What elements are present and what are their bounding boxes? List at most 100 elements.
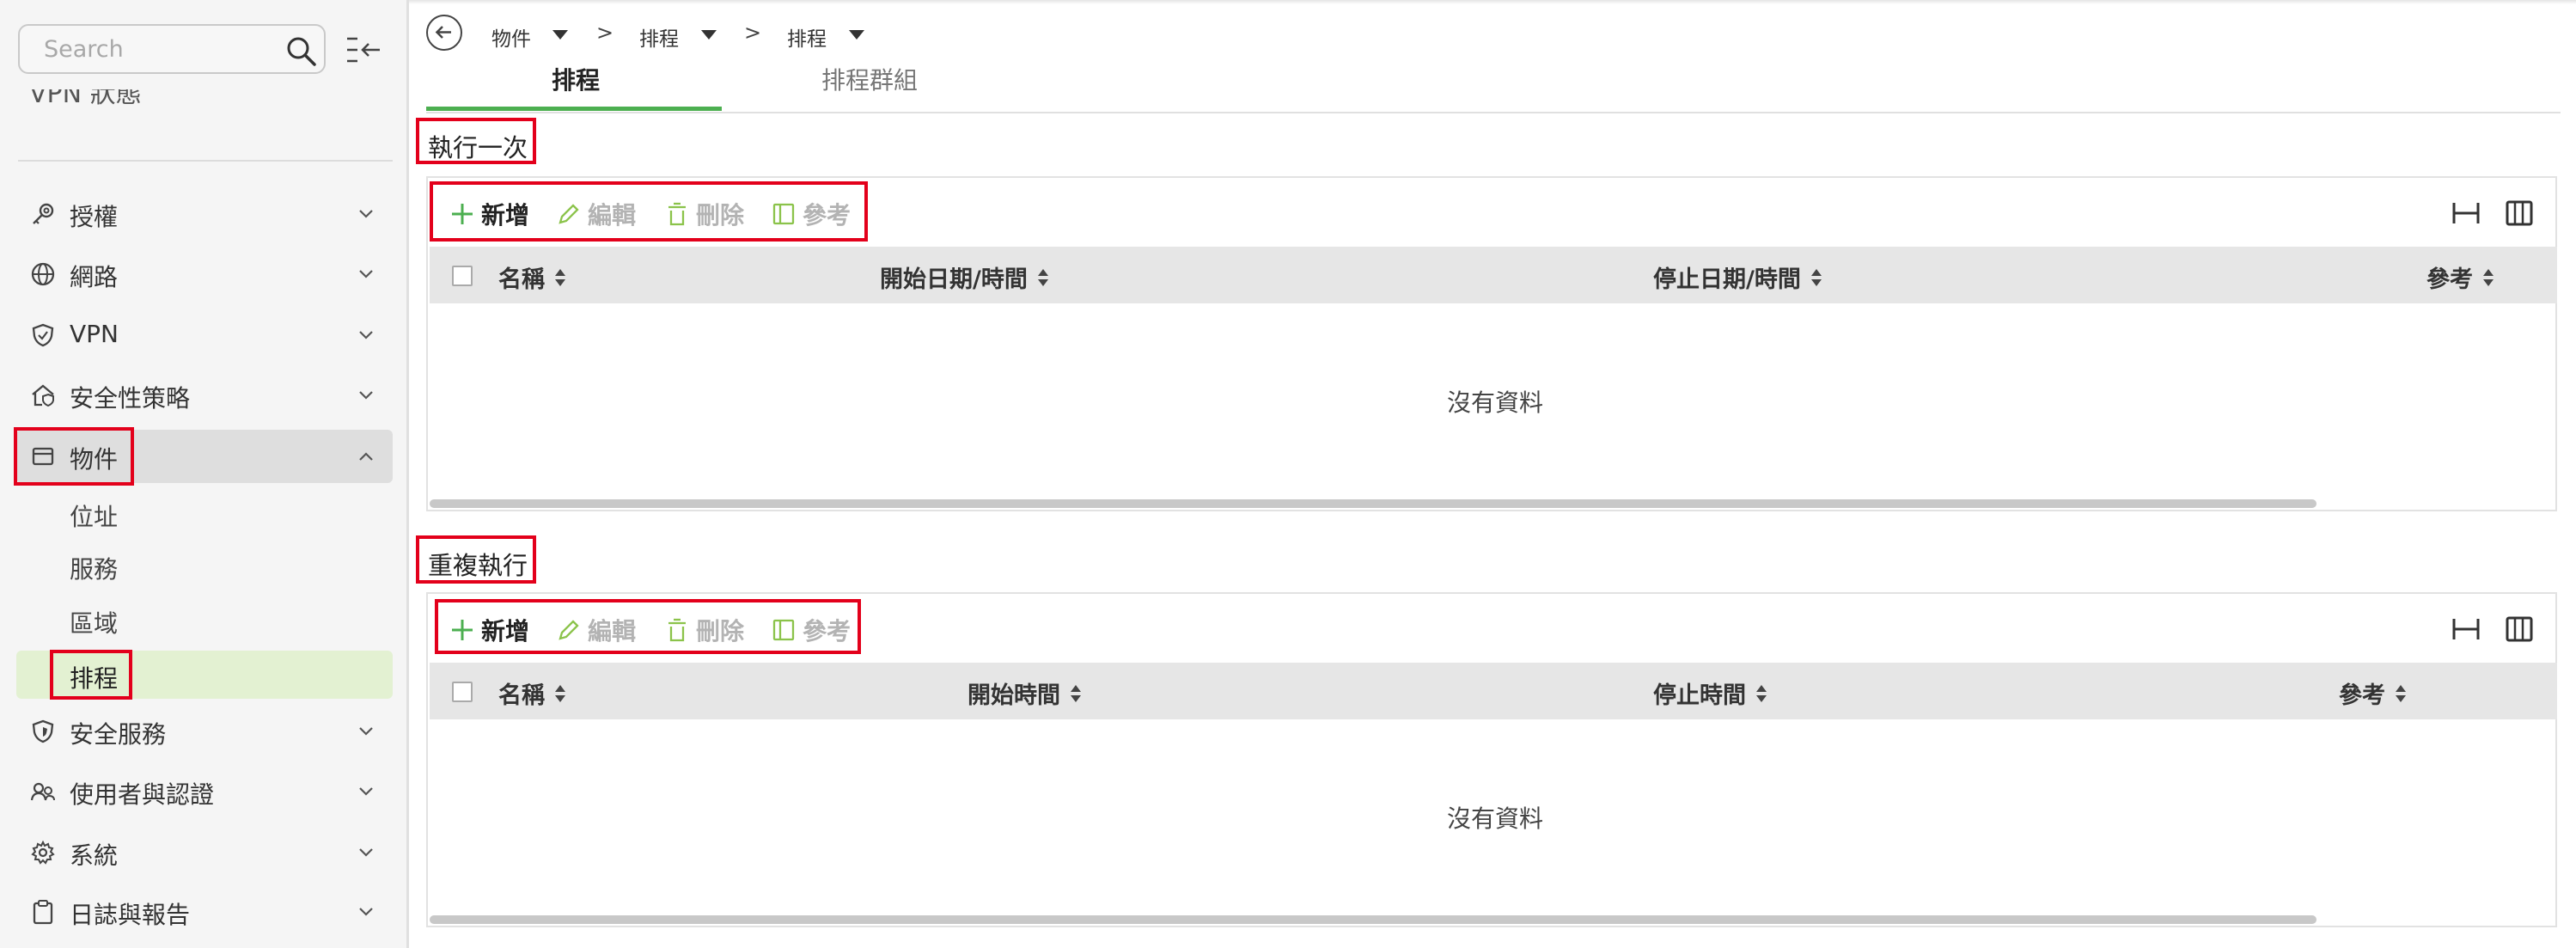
- column-header-stop[interactable]: 停止時間: [1653, 676, 1768, 710]
- column-header-name[interactable]: 名稱: [498, 676, 567, 710]
- edit-button[interactable]: 編輯: [557, 613, 636, 647]
- sidebar-item-logs-reports[interactable]: 日誌與報告: [16, 885, 393, 939]
- sort-icon: [2396, 684, 2406, 702]
- sidebar-item-label: 系統: [70, 841, 119, 870]
- empty-message: 沒有資料: [1447, 388, 1544, 417]
- plus-icon: [452, 204, 473, 224]
- add-button[interactable]: 新增: [450, 613, 529, 647]
- edit-button-label: 編輯: [588, 617, 637, 645]
- caret-down-icon[interactable]: [552, 30, 568, 40]
- delete-button[interactable]: 刪除: [665, 197, 744, 231]
- chevron-down-icon: [359, 787, 373, 796]
- caret-down-icon[interactable]: [849, 30, 864, 40]
- add-button-label: 新增: [481, 617, 530, 645]
- sidebar-subitem-label: 區域: [70, 609, 119, 638]
- column-header-name[interactable]: 名稱: [498, 260, 567, 294]
- sidebar: VPN 狀態 授權 網路 VPN: [0, 0, 409, 948]
- sidebar-item-vpn-status[interactable]: VPN 狀態: [29, 89, 201, 113]
- column-header-stop[interactable]: 停止日期/時間: [1653, 260, 1823, 294]
- delete-button[interactable]: 刪除: [665, 613, 744, 647]
- caret-down-icon[interactable]: [701, 30, 717, 40]
- column-header-start[interactable]: 開始日期/時間: [880, 260, 1050, 294]
- search-box[interactable]: [18, 24, 326, 74]
- select-all-checkbox[interactable]: [452, 266, 473, 286]
- sidebar-item-license[interactable]: 授權: [16, 187, 393, 241]
- column-header-reference[interactable]: 參考: [2339, 676, 2408, 710]
- add-button[interactable]: 新增: [450, 197, 529, 231]
- reference-icon: [772, 619, 795, 641]
- sort-icon: [555, 268, 565, 286]
- recurring-panel: 新增 編輯 刪除 參考 名稱 開始時間 停止時間 參考 沒有資料: [426, 592, 2557, 927]
- sidebar-divider: [18, 160, 393, 162]
- sidebar-item-security-policy[interactable]: 安全性策略: [16, 369, 393, 422]
- reference-button[interactable]: 參考: [772, 613, 851, 647]
- reference-button[interactable]: 參考: [772, 197, 851, 231]
- breadcrumb-item[interactable]: 物件: [491, 22, 531, 52]
- horizontal-scrollbar[interactable]: [430, 915, 2317, 924]
- sidebar-subitem-service[interactable]: 服務: [16, 541, 393, 590]
- sidebar-subitem-label: 排程: [70, 664, 119, 693]
- sidebar-item-label: 安全性策略: [70, 384, 191, 413]
- column-header-reference[interactable]: 參考: [2426, 260, 2495, 294]
- sort-icon: [1037, 268, 1048, 286]
- sidebar-subitem-schedule[interactable]: 排程: [16, 651, 393, 699]
- top-shadow: [409, 0, 2576, 4]
- delete-button-label: 刪除: [696, 617, 745, 645]
- section-title-recurring: 重複執行: [428, 551, 528, 580]
- globe-icon: [31, 262, 55, 286]
- sidebar-item-label: 安全服務: [70, 720, 167, 749]
- trash-icon: [668, 202, 686, 226]
- sidebar-subitem-label: 位址: [70, 503, 119, 531]
- back-button[interactable]: [426, 15, 462, 51]
- select-all-checkbox[interactable]: [452, 682, 473, 702]
- chevron-down-icon: [359, 848, 373, 857]
- search-input[interactable]: [44, 26, 267, 72]
- sidebar-item-vpn[interactable]: VPN: [16, 309, 393, 362]
- edit-button[interactable]: 編輯: [557, 197, 636, 231]
- chevron-down-icon: [359, 727, 373, 736]
- sidebar-item-label: VPN 狀態: [29, 89, 142, 109]
- columns-icon[interactable]: [2504, 199, 2535, 228]
- run-once-panel: 新增 編輯 刪除 參考 名稱 開始日期/時間 停止日期/時間 參考 沒有資料: [426, 176, 2557, 511]
- chevron-up-icon: [359, 452, 373, 461]
- sidebar-item-objects[interactable]: 物件: [16, 430, 393, 483]
- sidebar-item-network[interactable]: 網路: [16, 248, 393, 301]
- shield-icon: [32, 323, 54, 347]
- sidebar-subitem-label: 服務: [70, 555, 119, 584]
- section-title-run-once: 執行一次: [428, 133, 528, 162]
- tab-schedule-group[interactable]: 排程群組: [821, 62, 918, 96]
- sort-icon: [1071, 684, 1081, 702]
- fit-width-icon[interactable]: [2451, 615, 2481, 644]
- add-button-label: 新增: [481, 201, 530, 229]
- column-header-start[interactable]: 開始時間: [968, 676, 1083, 710]
- table-header: 名稱 開始時間 停止時間 參考: [430, 663, 2557, 719]
- sidebar-subitem-zone[interactable]: 區域: [16, 596, 393, 644]
- breadcrumb-separator: >: [744, 21, 762, 45]
- collapse-sidebar-icon[interactable]: [345, 34, 382, 65]
- search-icon[interactable]: [285, 35, 318, 68]
- home-shield-icon: [32, 384, 54, 407]
- pencil-icon: [559, 620, 579, 640]
- arrow-left-icon: [435, 26, 451, 39]
- columns-icon[interactable]: [2504, 615, 2535, 644]
- fit-width-icon[interactable]: [2451, 199, 2481, 228]
- pencil-icon: [559, 204, 579, 224]
- chevron-down-icon: [359, 210, 373, 218]
- reference-button-label: 參考: [803, 617, 852, 645]
- sidebar-item-label: 網路: [70, 263, 119, 291]
- breadcrumb-item[interactable]: 排程: [787, 22, 827, 52]
- sidebar-subitem-address[interactable]: 位址: [16, 489, 393, 537]
- chevron-down-icon: [359, 391, 373, 400]
- horizontal-scrollbar[interactable]: [430, 499, 2317, 508]
- sidebar-item-security-services[interactable]: 安全服務: [16, 705, 393, 758]
- tab-active-indicator: [426, 107, 722, 111]
- reference-button-label: 參考: [803, 201, 852, 229]
- breadcrumb-item[interactable]: 排程: [639, 22, 679, 52]
- reference-icon: [772, 203, 795, 225]
- chevron-down-icon: [359, 270, 373, 278]
- edit-button-label: 編輯: [588, 201, 637, 229]
- sidebar-item-system[interactable]: 系統: [16, 826, 393, 879]
- sidebar-item-label: 日誌與報告: [70, 901, 191, 929]
- sidebar-item-users-auth[interactable]: 使用者與認證: [16, 765, 393, 818]
- tab-schedule[interactable]: 排程: [552, 62, 600, 96]
